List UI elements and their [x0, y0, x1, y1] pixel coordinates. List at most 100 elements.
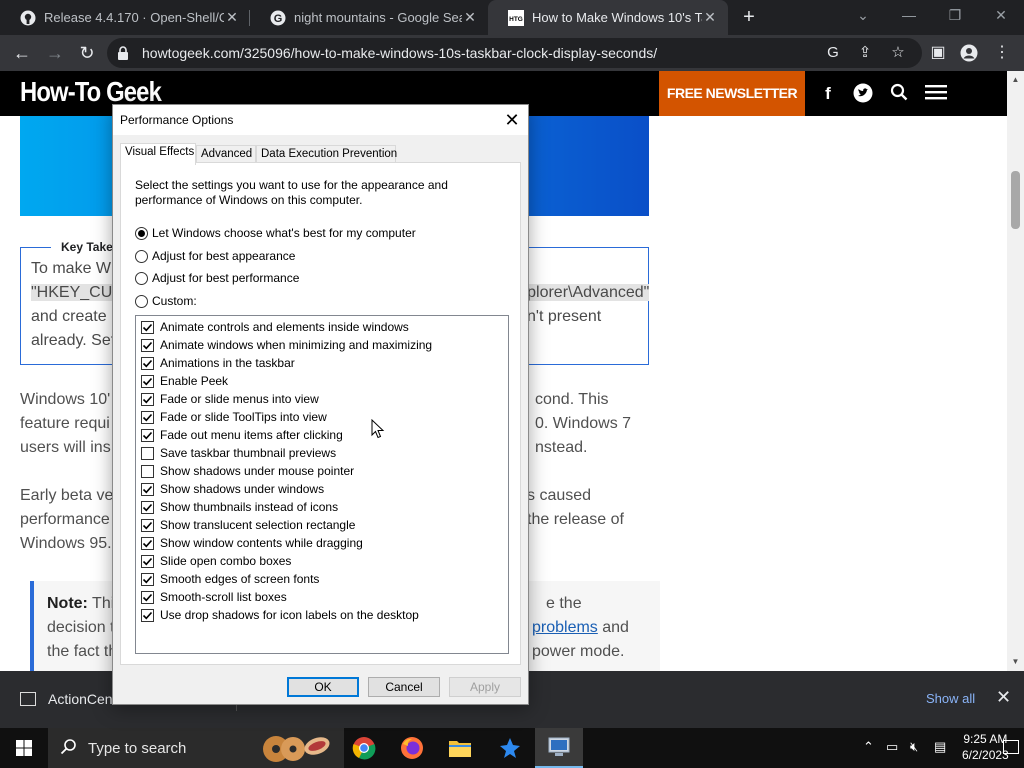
checkbox[interactable] [141, 536, 154, 550]
radio-let-windows-choose[interactable]: Let Windows choose what's best for my co… [135, 226, 416, 240]
file-explorer-taskbar-icon[interactable] [436, 728, 484, 768]
checkbox[interactable] [141, 608, 154, 622]
visual-effect-option[interactable]: Show window contents while dragging [141, 534, 363, 552]
address-bar[interactable]: howtogeek.com/325096/how-to-make-windows… [107, 38, 922, 68]
taskbar-search-box[interactable]: Type to search [48, 728, 344, 768]
visual-effect-option[interactable]: Smooth-scroll list boxes [141, 588, 287, 606]
tab-google-search[interactable]: G night mountains - Google Search ✕ [250, 0, 488, 35]
keyboard-icon[interactable]: ▤ [934, 739, 946, 755]
dialog-titlebar[interactable]: Performance Options ✕ [113, 105, 528, 135]
facebook-icon[interactable]: f [817, 83, 839, 105]
close-window-icon[interactable]: ✕ [978, 0, 1024, 30]
app-taskbar-icon[interactable] [486, 728, 534, 768]
side-panel-icon[interactable]: ▣ [926, 41, 950, 65]
new-tab-button[interactable]: + [738, 5, 760, 29]
show-hidden-icons-icon[interactable]: ⌃ [863, 739, 874, 755]
checkbox[interactable] [141, 464, 154, 478]
checkbox[interactable] [141, 446, 154, 460]
visual-effect-option[interactable]: Show thumbnails instead of icons [141, 498, 338, 516]
tab-open-shell-release[interactable]: Release 4.4.170 · Open-Shell/Ope ✕ [0, 0, 250, 35]
checkbox[interactable] [141, 374, 154, 388]
url-text[interactable]: howtogeek.com/325096/how-to-make-windows… [142, 45, 657, 61]
visual-effect-option[interactable]: Use drop shadows for icon labels on the … [141, 606, 419, 624]
back-icon[interactable]: ← [10, 41, 34, 65]
twitter-icon[interactable] [852, 83, 874, 105]
problems-link[interactable]: problems [532, 619, 598, 636]
scrollbar-thumb[interactable] [1011, 171, 1020, 229]
ok-button[interactable]: OK [287, 677, 359, 697]
checkbox[interactable] [141, 428, 154, 442]
radio-best-performance[interactable]: Adjust for best performance [135, 271, 299, 285]
checkbox-label: Animate controls and elements inside win… [160, 320, 409, 334]
windows-logo-icon [16, 740, 32, 756]
visual-effect-option[interactable]: Fade or slide ToolTips into view [141, 408, 327, 426]
tab-howtogeek-active[interactable]: HTG How to Make Windows 10's Task ✕ [488, 0, 728, 35]
radio-button[interactable] [135, 226, 148, 240]
visual-effect-option[interactable]: Show shadows under windows [141, 480, 324, 498]
free-newsletter-button[interactable]: FREE NEWSLETTER [659, 71, 805, 116]
close-tab-icon[interactable]: ✕ [702, 9, 718, 26]
visual-effect-option[interactable]: Show shadows under mouse pointer [141, 462, 354, 480]
restore-icon[interactable]: ❐ [932, 0, 978, 30]
scroll-down-arrow-icon[interactable]: ▼ [1007, 657, 1024, 666]
radio-best-appearance[interactable]: Adjust for best appearance [135, 249, 295, 263]
checkbox[interactable] [141, 356, 154, 370]
visual-effect-option[interactable]: Animate controls and elements inside win… [141, 318, 409, 336]
radio-button[interactable] [135, 294, 148, 308]
checkbox[interactable] [141, 572, 154, 586]
network-icon[interactable]: ▭ [886, 739, 898, 755]
notifications-icon[interactable] [1003, 740, 1019, 754]
radio-button[interactable] [135, 271, 148, 285]
tab-search-icon[interactable]: ⌄ [840, 0, 886, 30]
visual-effect-option[interactable]: Fade out menu items after clicking [141, 426, 343, 444]
show-all-button[interactable]: Show all [926, 691, 975, 706]
google-lens-icon[interactable]: G [823, 43, 843, 63]
firefox-taskbar-icon[interactable] [388, 728, 436, 768]
close-shelf-icon[interactable]: ✕ [996, 687, 1011, 708]
visual-effect-option[interactable]: Animations in the taskbar [141, 354, 295, 372]
profile-icon[interactable] [957, 41, 981, 65]
minimize-icon[interactable]: — [886, 0, 932, 30]
visual-effect-option[interactable]: Show translucent selection rectangle [141, 516, 355, 534]
scroll-up-arrow-icon[interactable]: ▲ [1007, 75, 1024, 84]
cancel-button[interactable]: Cancel [368, 677, 440, 697]
visual-effect-option[interactable]: Smooth edges of screen fonts [141, 570, 319, 588]
checkbox[interactable] [141, 320, 154, 334]
close-tab-icon[interactable]: ✕ [224, 9, 240, 26]
chrome-taskbar-icon[interactable] [340, 728, 388, 768]
checkbox[interactable] [141, 410, 154, 424]
close-tab-icon[interactable]: ✕ [462, 9, 478, 26]
forward-icon[interactable]: → [43, 41, 67, 65]
visual-effect-option[interactable]: Fade or slide menus into view [141, 390, 319, 408]
checkbox[interactable] [141, 338, 154, 352]
lock-icon[interactable] [117, 46, 129, 65]
visual-effects-checkbox-list[interactable]: Animate controls and elements inside win… [135, 315, 509, 654]
bookmark-star-icon[interactable]: ☆ [888, 43, 908, 63]
visual-effect-option[interactable]: Animate windows when minimizing and maxi… [141, 336, 432, 354]
taskbar-clock[interactable]: 9:25 AM 6/2/2023 [962, 731, 1009, 763]
visual-effect-option[interactable]: Save taskbar thumbnail previews [141, 444, 336, 462]
visual-effect-option[interactable]: Enable Peek [141, 372, 228, 390]
reload-icon[interactable]: ↻ [75, 41, 99, 65]
share-icon[interactable]: ⇪ [855, 43, 875, 63]
start-button[interactable] [0, 728, 48, 768]
volume-muted-icon[interactable]: 🔇︎ [910, 739, 918, 755]
checkbox[interactable] [141, 518, 154, 532]
system-properties-taskbar-icon[interactable] [535, 728, 583, 768]
hamburger-menu-icon[interactable] [925, 83, 947, 105]
checkbox[interactable] [141, 482, 154, 496]
radio-button[interactable] [135, 249, 148, 263]
close-icon[interactable]: ✕ [499, 108, 525, 132]
visual-effect-option[interactable]: Slide open combo boxes [141, 552, 291, 570]
checkbox[interactable] [141, 392, 154, 406]
search-icon[interactable] [888, 83, 910, 105]
more-menu-icon[interactable]: ⋮ [990, 41, 1014, 65]
page-scrollbar[interactable]: ▲ ▼ [1007, 71, 1024, 671]
apply-button[interactable]: Apply [449, 677, 521, 697]
radio-custom[interactable]: Custom: [135, 294, 197, 308]
checkbox[interactable] [141, 590, 154, 604]
checkbox[interactable] [141, 500, 154, 514]
checkbox[interactable] [141, 554, 154, 568]
tab-visual-effects[interactable]: Visual Effects [120, 143, 196, 165]
shelf-item-label[interactable]: ActionCent [48, 691, 116, 707]
